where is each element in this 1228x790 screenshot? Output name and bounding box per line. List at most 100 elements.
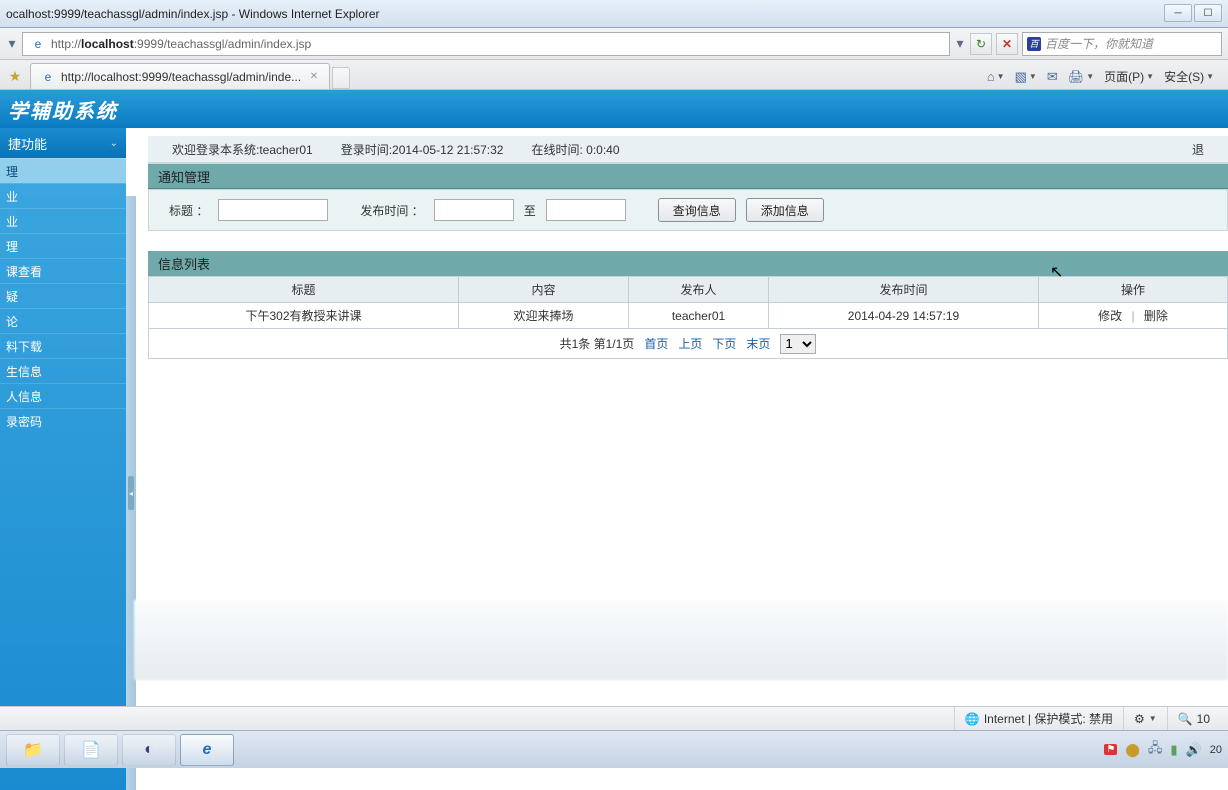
delete-link[interactable]: 删除 [1144, 309, 1168, 323]
sidebar-item[interactable]: 理 [0, 233, 126, 258]
zoom-control[interactable]: 🔍 10 [1167, 707, 1220, 730]
security-zone[interactable]: 🌐 Internet | 保护模式: 禁用 [954, 707, 1123, 730]
query-button[interactable]: 查询信息 [658, 198, 736, 222]
welcome-greeting: 欢迎登录本系统:teacher01 [172, 141, 313, 158]
sidebar-item[interactable]: 业 [0, 183, 126, 208]
pager-next[interactable]: 下页 [712, 335, 736, 352]
home-button[interactable]: ⌂▼ [987, 69, 1005, 84]
app-banner: 学辅助系统 [0, 90, 1228, 128]
list-panel-header: 信息列表 [148, 251, 1228, 276]
home-icon: ⌂ [987, 69, 995, 84]
mail-button[interactable]: ✉ [1047, 69, 1058, 85]
sidebar-collapse-icon: ⌄ [110, 138, 118, 149]
page-menu[interactable]: 页面(P) ▼ [1104, 68, 1154, 85]
status-mixed[interactable]: ⚙▼ [1123, 707, 1167, 730]
safety-menu[interactable]: 安全(S) ▼ [1164, 68, 1214, 85]
zone-label: Internet | 保护模式: 禁用 [984, 710, 1113, 727]
edit-link[interactable]: 修改 [1098, 309, 1122, 323]
tray-volume-icon[interactable]: 🔊 [1186, 742, 1202, 758]
sidebar-item[interactable]: 料下载 [0, 333, 126, 358]
taskbar-word[interactable]: 📄 [64, 734, 118, 766]
logout-link[interactable]: 退 [1192, 141, 1204, 158]
tray-clock[interactable]: 20 [1210, 744, 1222, 756]
col-publisher: 发布人 [629, 277, 769, 303]
taskbar-eclipse[interactable]: ◐ [122, 734, 176, 766]
taskbar-ie[interactable]: e [180, 734, 234, 766]
table-row: 下午302有教授来讲课 欢迎来捧场 teacher01 2014-04-29 1… [149, 303, 1228, 329]
tab-close-icon[interactable]: ✕ [307, 70, 321, 84]
sidebar-item[interactable]: 生信息 [0, 358, 126, 383]
system-tray: ⚑ ⬤ 🖧 ▮ 🔊 20 [1104, 739, 1222, 761]
pager-prev[interactable]: 上页 [678, 335, 702, 352]
favorites-icon[interactable]: ★ [6, 67, 24, 85]
browser-tab[interactable]: e http://localhost:9999/teachassgl/admin… [30, 63, 330, 89]
content-fade [134, 600, 1228, 680]
col-content: 内容 [459, 277, 629, 303]
print-icon: 🖨 [1068, 69, 1085, 85]
tab-favicon-icon: e [39, 68, 57, 86]
sidebar-item[interactable]: 业 [0, 208, 126, 233]
pager-select[interactable]: 1 [780, 334, 816, 354]
sidebar-header[interactable]: 捷功能 ⌄ [0, 128, 126, 158]
tray-shield-icon[interactable]: ⬤ [1125, 742, 1140, 758]
sidebar-item[interactable]: 论 [0, 308, 126, 333]
pager-first[interactable]: 首页 [644, 335, 668, 352]
online-time: 在线时间: 0:0:40 [531, 141, 619, 158]
taskbar-explorer[interactable]: 📁 [6, 734, 60, 766]
baidu-icon: 百 [1027, 37, 1041, 51]
sidebar: 捷功能 ⌄ 理 业 业 理 课查看 疑 论 料下载 生信息 人信息 录密码 [0, 128, 126, 790]
col-action: 操作 [1039, 277, 1228, 303]
window-title: ocalhost:9999/teachassgl/admin/index.jsp… [6, 7, 380, 21]
add-button[interactable]: 添加信息 [746, 198, 824, 222]
sidebar-item[interactable]: 课查看 [0, 258, 126, 283]
window-titlebar: ocalhost:9999/teachassgl/admin/index.jsp… [0, 0, 1228, 28]
address-bar: ▾ e http://localhost:9999/teachassgl/adm… [0, 28, 1228, 60]
tray-network-icon[interactable]: 🖧 [1148, 739, 1163, 761]
refresh-button[interactable]: ↻ [970, 33, 992, 55]
tray-power-icon[interactable]: ▮ [1170, 742, 1177, 758]
feeds-button[interactable]: ▧▼ [1015, 69, 1037, 85]
url-dropdown-icon[interactable]: ▾ [954, 32, 966, 56]
url-host: localhost [81, 37, 134, 51]
login-time: 登录时间:2014-05-12 21:57:32 [341, 141, 504, 158]
sidebar-item[interactable]: 人信息 [0, 383, 126, 408]
splitter-handle[interactable]: ◂ [126, 196, 136, 790]
new-tab-button[interactable] [332, 67, 350, 89]
sidebar-item[interactable]: 理 [0, 158, 126, 183]
cell-content: 欢迎来捧场 [459, 303, 629, 329]
globe-icon: 🌐 [965, 712, 980, 726]
search-panel: 标题 ： 发布时间 ： 至 查询信息 添加信息 [148, 189, 1228, 231]
eclipse-icon: ◐ [144, 741, 154, 759]
welcome-bar: 欢迎登录本系统:teacher01 登录时间:2014-05-12 21:57:… [148, 136, 1228, 164]
col-time: 发布时间 [769, 277, 1039, 303]
url-prefix: http:// [51, 37, 81, 51]
list-panel-title: 信息列表 [158, 254, 210, 273]
title-input[interactable] [218, 199, 328, 221]
notice-panel-title: 通知管理 [158, 167, 210, 186]
sidebar-item[interactable]: 疑 [0, 283, 126, 308]
maximize-button[interactable]: ☐ [1194, 4, 1222, 22]
tray-flag-icon[interactable]: ⚑ [1104, 744, 1117, 755]
date-from-input[interactable] [434, 199, 514, 221]
url-input[interactable]: e http://localhost:9999/teachassgl/admin… [22, 32, 950, 56]
date-to-input[interactable] [546, 199, 626, 221]
document-icon: 📄 [81, 740, 101, 760]
pager: 共1条 第1/1页 首页 上页 下页 末页 1 [149, 334, 1227, 354]
data-table: 标题 内容 发布人 发布时间 操作 下午302有教授来讲课 欢迎来捧场 teac… [148, 276, 1228, 359]
splitter-grip-icon: ◂ [128, 476, 134, 510]
print-button[interactable]: 🖨▼ [1068, 69, 1094, 85]
table-header-row: 标题 内容 发布人 发布时间 操作 [149, 277, 1228, 303]
back-dropdown-icon[interactable]: ▾ [6, 32, 18, 56]
minimize-button[interactable]: ─ [1164, 4, 1192, 22]
sidebar-item[interactable]: 录密码 [0, 408, 126, 433]
notice-panel-header: 通知管理 [148, 164, 1228, 189]
mail-icon: ✉ [1047, 69, 1058, 85]
zoom-icon: 🔍 [1178, 712, 1193, 726]
stop-button[interactable]: ✕ [996, 33, 1018, 55]
search-placeholder: 百度一下，你就知道 [1045, 35, 1153, 52]
pager-last[interactable]: 末页 [746, 335, 770, 352]
ie-page-icon: e [29, 35, 47, 53]
col-title: 标题 [149, 277, 459, 303]
search-provider-input[interactable]: 百 百度一下，你就知道 [1022, 32, 1222, 56]
url-rest: :9999/teachassgl/admin/index.jsp [134, 37, 311, 51]
